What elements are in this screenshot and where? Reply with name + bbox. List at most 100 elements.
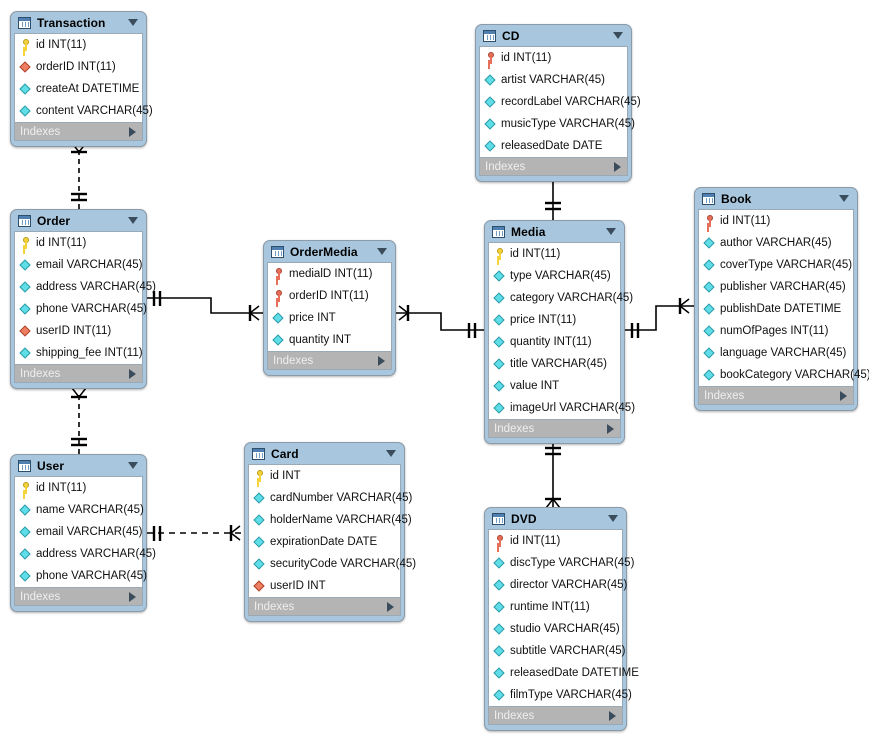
table-cd[interactable]: CD id INT(11) artist VARCHAR(45) recordLabe… bbox=[475, 24, 641, 182]
eer-diagram-canvas[interactable]: Transaction id INT(11) orderID INT(11) crea… bbox=[0, 0, 869, 744]
table-book[interactable]: Book id INT(11) author VARCHAR(45) coverTyp… bbox=[694, 187, 869, 411]
column-row[interactable]: recordLabel VARCHAR(45) bbox=[480, 91, 641, 113]
chevron-down-icon[interactable] bbox=[128, 217, 138, 224]
indexes-section-dvd[interactable]: Indexes bbox=[488, 706, 623, 725]
column-row[interactable]: quantity INT bbox=[268, 329, 391, 351]
chevron-down-icon[interactable] bbox=[128, 462, 138, 469]
table-order[interactable]: Order id INT(11) email VARCHAR(45) address … bbox=[10, 209, 156, 389]
chevron-down-icon[interactable] bbox=[606, 228, 616, 235]
table-header-transaction[interactable]: Transaction bbox=[14, 12, 143, 33]
table-header-dvd[interactable]: DVD bbox=[488, 508, 623, 529]
table-header-media[interactable]: Media bbox=[488, 221, 621, 242]
column-row[interactable]: orderID INT(11) bbox=[268, 285, 391, 307]
column-row[interactable]: numOfPages INT(11) bbox=[699, 320, 853, 342]
chevron-right-icon[interactable] bbox=[387, 601, 394, 612]
column-row[interactable]: runtime INT(11) bbox=[489, 596, 622, 618]
column-row[interactable]: bookCategory VARCHAR(45) bbox=[699, 364, 869, 386]
column-row[interactable]: id INT(11) bbox=[15, 477, 142, 499]
column-row[interactable]: studio VARCHAR(45) bbox=[489, 618, 622, 640]
table-user[interactable]: User id INT(11) name VARCHAR(45) email VARC… bbox=[10, 454, 156, 612]
column-row[interactable]: filmType VARCHAR(45) bbox=[489, 684, 632, 706]
indexes-section-card[interactable]: Indexes bbox=[248, 597, 401, 616]
indexes-section-book[interactable]: Indexes bbox=[698, 386, 854, 405]
indexes-section-ordermedia[interactable]: Indexes bbox=[267, 351, 392, 370]
column-row[interactable]: id INT(11) bbox=[15, 34, 142, 56]
indexes-section-transaction[interactable]: Indexes bbox=[14, 122, 143, 141]
column-row[interactable]: publishDate DATETIME bbox=[699, 298, 853, 320]
column-row[interactable]: artist VARCHAR(45) bbox=[480, 69, 627, 91]
column-row[interactable]: id INT(11) bbox=[15, 232, 142, 254]
column-row[interactable]: imageUrl VARCHAR(45) bbox=[489, 397, 635, 419]
column-row[interactable]: holderName VARCHAR(45) bbox=[249, 509, 412, 531]
column-row[interactable]: subtitle VARCHAR(45) bbox=[489, 640, 625, 662]
indexes-section-user[interactable]: Indexes bbox=[14, 587, 143, 606]
column-row[interactable]: author VARCHAR(45) bbox=[699, 232, 853, 254]
chevron-right-icon[interactable] bbox=[840, 390, 847, 401]
table-ordermedia[interactable]: OrderMedia medialD INT(11) orderID INT(11)… bbox=[263, 240, 396, 376]
column-row[interactable]: publisher VARCHAR(45) bbox=[699, 276, 853, 298]
column-row[interactable]: title VARCHAR(45) bbox=[489, 353, 620, 375]
column-row[interactable]: language VARCHAR(45) bbox=[699, 342, 853, 364]
column-row[interactable]: musicType VARCHAR(45) bbox=[480, 113, 635, 135]
chevron-right-icon[interactable] bbox=[614, 161, 621, 172]
column-row[interactable]: name VARCHAR(45) bbox=[15, 499, 144, 521]
column-row[interactable]: email VARCHAR(45) bbox=[15, 254, 143, 276]
column-row[interactable]: coverType VARCHAR(45) bbox=[699, 254, 853, 276]
column-row[interactable]: price INT bbox=[268, 307, 391, 329]
chevron-down-icon[interactable] bbox=[839, 195, 849, 202]
column-row[interactable]: price INT(11) bbox=[489, 309, 620, 331]
column-row[interactable]: orderID INT(11) bbox=[15, 56, 142, 78]
table-header-cd[interactable]: CD bbox=[479, 25, 628, 46]
column-row[interactable]: createAt DATETIME bbox=[15, 78, 142, 100]
table-dvd[interactable]: DVD id INT(11) discType VARCHAR(45) directo… bbox=[484, 507, 639, 731]
chevron-right-icon[interactable] bbox=[129, 126, 136, 137]
table-media[interactable]: Media id INT(11) type VARCHAR(45) category … bbox=[484, 220, 635, 444]
chevron-right-icon[interactable] bbox=[129, 368, 136, 379]
column-row[interactable]: userID INT bbox=[249, 575, 400, 597]
table-header-card[interactable]: Card bbox=[248, 443, 401, 464]
table-header-book[interactable]: Book bbox=[698, 188, 854, 209]
chevron-down-icon[interactable] bbox=[608, 515, 618, 522]
chevron-right-icon[interactable] bbox=[129, 591, 136, 602]
column-row[interactable]: releasedDate DATETIME bbox=[489, 662, 639, 684]
column-row[interactable]: phone VARCHAR(45) bbox=[15, 298, 147, 320]
chevron-down-icon[interactable] bbox=[386, 450, 396, 457]
column-row[interactable]: address VARCHAR(45) bbox=[15, 276, 156, 298]
column-row[interactable]: quantity INT(11) bbox=[489, 331, 620, 353]
chevron-down-icon[interactable] bbox=[128, 19, 138, 26]
column-row[interactable]: id INT(11) bbox=[480, 47, 627, 69]
column-row[interactable]: director VARCHAR(45) bbox=[489, 574, 627, 596]
indexes-section-media[interactable]: Indexes bbox=[488, 419, 621, 438]
column-row[interactable]: email VARCHAR(45) bbox=[15, 521, 143, 543]
column-row[interactable]: discType VARCHAR(45) bbox=[489, 552, 634, 574]
chevron-down-icon[interactable] bbox=[377, 248, 387, 255]
column-row[interactable]: shipping_fee INT(11) bbox=[15, 342, 143, 364]
indexes-section-cd[interactable]: Indexes bbox=[479, 157, 628, 176]
column-row[interactable]: id INT bbox=[249, 465, 400, 487]
chevron-right-icon[interactable] bbox=[378, 355, 385, 366]
column-row[interactable]: cardNumber VARCHAR(45) bbox=[249, 487, 412, 509]
column-row[interactable]: id INT(11) bbox=[489, 243, 620, 265]
column-row[interactable]: address VARCHAR(45) bbox=[15, 543, 156, 565]
column-row[interactable]: phone VARCHAR(45) bbox=[15, 565, 147, 587]
column-row[interactable]: expirationDate DATE bbox=[249, 531, 400, 553]
column-row[interactable]: category VARCHAR(45) bbox=[489, 287, 633, 309]
table-header-ordermedia[interactable]: OrderMedia bbox=[267, 241, 392, 262]
table-card[interactable]: Card id INT cardNumber VARCHAR(45) holderNa… bbox=[244, 442, 416, 622]
chevron-down-icon[interactable] bbox=[613, 32, 623, 39]
column-row[interactable]: content VARCHAR(45) bbox=[15, 100, 153, 122]
indexes-section-order[interactable]: Indexes bbox=[14, 364, 143, 383]
column-row[interactable]: securityCode VARCHAR(45) bbox=[249, 553, 416, 575]
column-row[interactable]: userID INT(11) bbox=[15, 320, 142, 342]
column-row[interactable]: releasedDate DATE bbox=[480, 135, 627, 157]
column-row[interactable]: id INT(11) bbox=[699, 210, 853, 232]
column-row[interactable]: value INT bbox=[489, 375, 620, 397]
column-row[interactable]: id INT(11) bbox=[489, 530, 622, 552]
chevron-right-icon[interactable] bbox=[607, 423, 614, 434]
table-transaction[interactable]: Transaction id INT(11) orderID INT(11) crea… bbox=[10, 11, 153, 147]
chevron-right-icon[interactable] bbox=[609, 710, 616, 721]
column-row[interactable]: type VARCHAR(45) bbox=[489, 265, 620, 287]
table-header-order[interactable]: Order bbox=[14, 210, 143, 231]
table-header-user[interactable]: User bbox=[14, 455, 143, 476]
column-row[interactable]: medialD INT(11) bbox=[268, 263, 391, 285]
